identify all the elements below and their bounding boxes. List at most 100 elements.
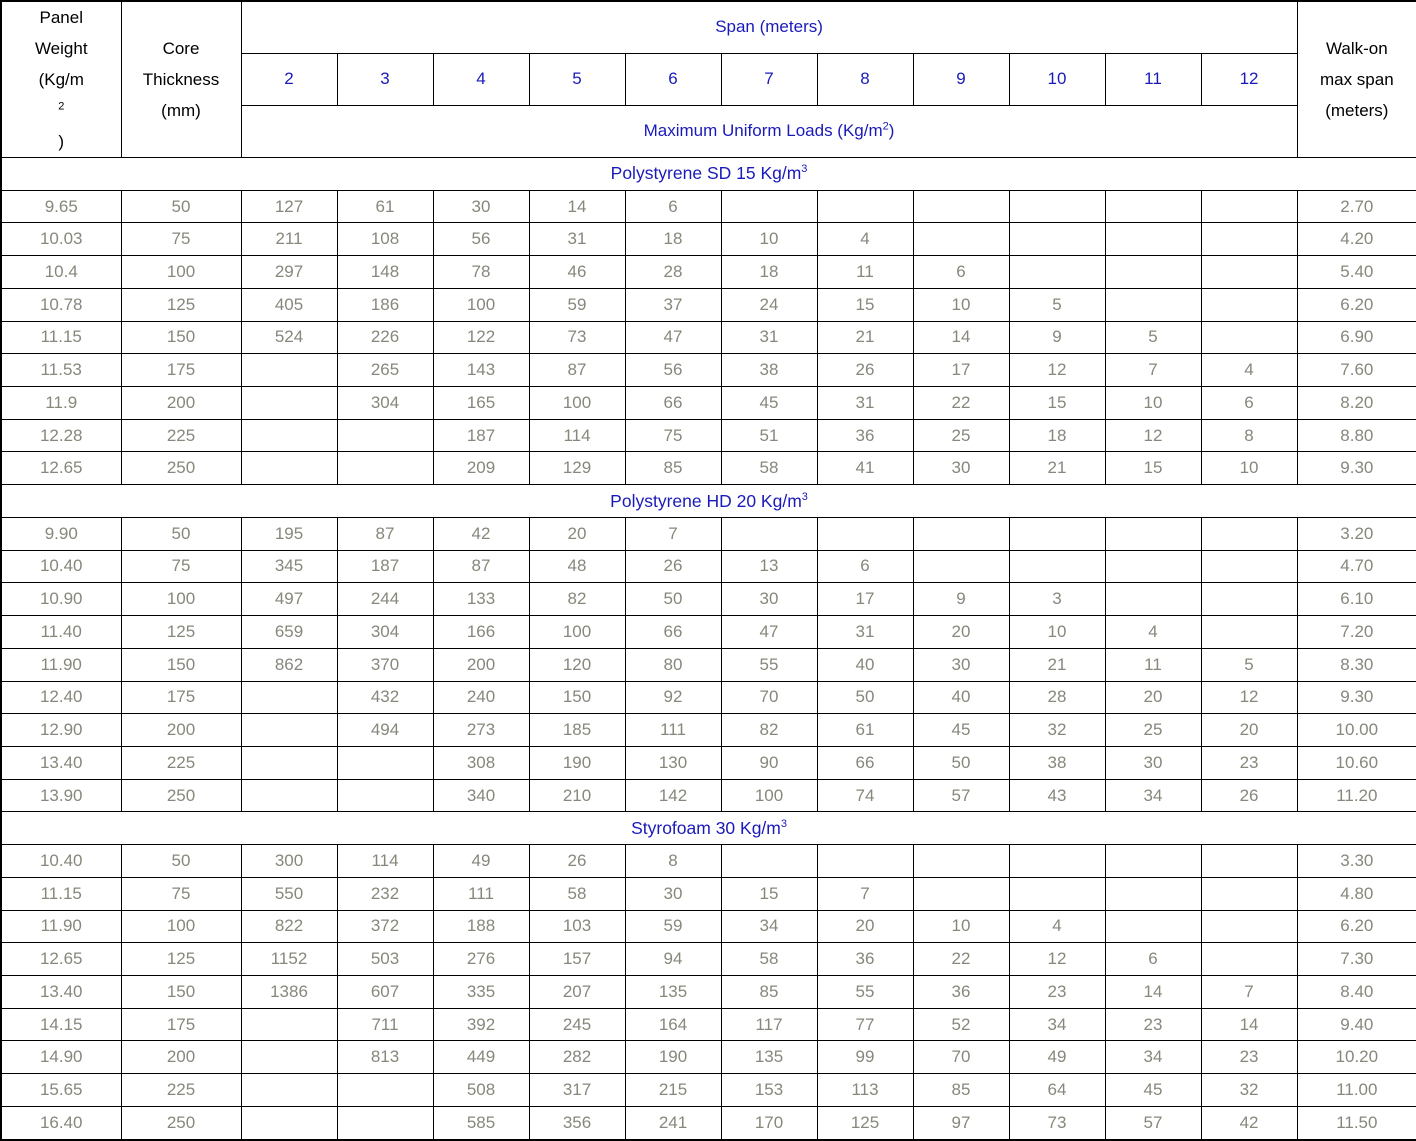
cell-load-span-10m [1008,189,1106,224]
cell-core-thickness: 200 [120,713,242,747]
cell-panel-weight: 10.4 [0,255,122,289]
cell-walkon-max-span: 9.30 [1296,680,1416,715]
cell-load-span-8m: 77 [816,1007,914,1042]
cell-load-span-11m [1104,549,1202,584]
cell-load-span-5m: 48 [528,549,626,584]
cell-load-span-4m: 87 [432,549,530,584]
cell-panel-weight: 14.90 [0,1040,122,1075]
cell-load-span-11m: 4 [1104,615,1202,649]
cell-load-span-2m: 1386 [240,974,338,1009]
header-walkon-line1: Walk-on [1325,39,1388,58]
cell-core-thickness: 250 [120,451,242,486]
cell-load-span-9m: 30 [912,451,1010,486]
cell-load-span-8m: 31 [816,615,914,649]
cell-load-span-10m: 4 [1008,909,1106,944]
table-row: 11.90 100 822 372 188 103 59 34 20 10 4 6.20 [0,909,1416,944]
cell-load-span-8m: 125 [816,1105,914,1141]
cell-load-span-10m: 49 [1008,1040,1106,1075]
cell-load-span-3m: 232 [336,876,434,911]
cell-load-span-6m: 92 [624,680,722,715]
cell-load-span-8m [816,844,914,878]
cell-load-span-10m: 15 [1008,386,1106,420]
cell-walkon-max-span: 7.20 [1296,615,1416,649]
cell-load-span-3m: 503 [336,942,434,976]
cell-load-span-7m: 58 [720,451,818,486]
cell-load-span-3m: 494 [336,713,434,747]
cell-load-span-6m: 80 [624,647,722,682]
cell-load-span-2m: 550 [240,876,338,911]
cell-load-span-5m: 20 [528,516,626,551]
cell-walkon-max-span: 3.30 [1296,844,1416,878]
cell-load-span-11m: 7 [1104,353,1202,388]
cell-load-span-2m: 300 [240,844,338,878]
cell-load-span-2m [240,1007,338,1042]
cell-load-span-7m: 70 [720,680,818,715]
cell-panel-weight: 11.15 [0,876,122,911]
unit-exponent: 2 [58,100,65,113]
cell-load-span-7m: 85 [720,974,818,1009]
cell-load-span-9m: 70 [912,1040,1010,1075]
unit-prefix: (Kg/m [38,70,84,89]
cell-load-span-3m: 187 [336,549,434,584]
cell-load-span-6m: 47 [624,320,722,355]
cell-load-span-2m [240,1040,338,1075]
cell-core-thickness: 75 [120,876,242,911]
table-row: 12.28 225 187 114 75 51 36 25 18 12 8 8.80 [0,418,1416,453]
cell-load-span-5m: 73 [528,320,626,355]
cell-load-span-4m: 188 [432,909,530,944]
cell-core-thickness: 50 [120,189,242,224]
cell-load-span-8m: 6 [816,549,914,584]
cell-load-span-5m: 14 [528,189,626,224]
cell-core-thickness: 200 [120,386,242,420]
cell-load-span-5m: 46 [528,255,626,289]
cell-load-span-12m: 7 [1200,974,1298,1009]
cell-load-span-8m [816,189,914,224]
cell-load-span-2m [240,386,338,420]
cell-load-span-5m: 114 [528,418,626,453]
cell-load-span-5m: 59 [528,287,626,322]
cell-load-span-2m [240,1073,338,1107]
cell-load-span-6m: 28 [624,255,722,289]
cell-core-thickness: 200 [120,1040,242,1075]
table-row: 14.15 175 711 392 245 164 117 77 52 34 23 14 9.40 [0,1007,1416,1042]
cell-load-span-3m: 108 [336,222,434,257]
cell-load-span-11m: 45 [1104,1073,1202,1107]
cell-load-span-7m: 58 [720,942,818,976]
header-span-7m: 7 [720,52,818,106]
cell-load-span-8m: 66 [816,745,914,780]
cell-load-span-3m: 148 [336,255,434,289]
cell-load-span-4m: 187 [432,418,530,453]
cell-load-span-5m: 100 [528,615,626,649]
cell-load-span-12m [1200,615,1298,649]
table-row: 10.90 100 497 244 133 82 50 30 17 9 3 6.10 [0,582,1416,617]
cell-load-span-8m: 17 [816,582,914,617]
cell-load-span-11m: 6 [1104,942,1202,976]
cell-load-span-7m: 45 [720,386,818,420]
cell-load-span-3m: 244 [336,582,434,617]
cell-load-span-12m [1200,320,1298,355]
cell-load-span-9m: 9 [912,582,1010,617]
table-row: 10.40 75 345 187 87 48 26 13 6 4.70 [0,549,1416,584]
cell-walkon-max-span: 4.80 [1296,876,1416,911]
cell-load-span-5m: 87 [528,353,626,388]
cell-load-span-8m: 50 [816,680,914,715]
cell-walkon-max-span: 10.00 [1296,713,1416,747]
cell-core-thickness: 100 [120,255,242,289]
cell-walkon-max-span: 6.90 [1296,320,1416,355]
cell-load-span-11m: 10 [1104,386,1202,420]
cell-load-span-11m: 25 [1104,713,1202,747]
loads-prefix: Maximum Uniform Loads (Kg/m [643,121,883,141]
cell-load-span-10m [1008,255,1106,289]
cell-load-span-12m: 6 [1200,386,1298,420]
cell-panel-weight: 11.90 [0,647,122,682]
table-header: Panel Weight (Kg/m 2) Core Thickness (mm)… [0,0,1416,159]
cell-load-span-11m [1104,516,1202,551]
cell-core-thickness: 150 [120,974,242,1009]
cell-load-span-2m [240,713,338,747]
cell-load-span-12m: 10 [1200,451,1298,486]
cell-load-span-7m: 47 [720,615,818,649]
cell-load-span-6m: 6 [624,189,722,224]
cell-load-span-3m [336,745,434,780]
cell-load-span-10m [1008,516,1106,551]
section-label: Styrofoam 30 Kg/m3 [0,811,1416,846]
